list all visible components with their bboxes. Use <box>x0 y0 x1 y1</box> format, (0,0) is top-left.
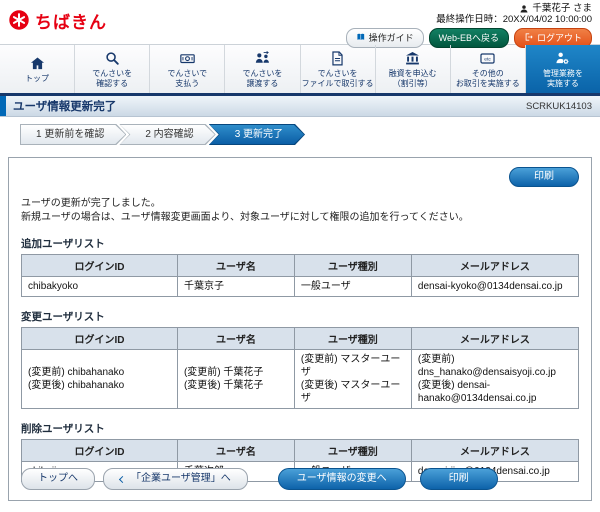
column-header-user-name: ユーザ名 <box>176 327 295 350</box>
step-2-confirm-content: 2 内容確認 <box>119 124 215 145</box>
cell-login-id: (変更前) chibahanako (変更後) chibahanako <box>21 349 178 409</box>
footer-buttons: トップへ 「企業ユーザ管理」へ ユーザ情報の変更へ 印刷 <box>21 468 579 490</box>
table-header-row: ログインID ユーザ名 ユーザ種別 メールアドレス <box>21 327 580 350</box>
last-operation-datetime: 最終操作日時：20XX/04/02 10:00:00 <box>436 14 592 25</box>
column-header-user-type: ユーザ種別 <box>293 254 412 277</box>
logout-label: ログアウト <box>536 33 582 43</box>
nav-item-pay-densai[interactable]: でんさいで 支払う <box>150 45 226 93</box>
completion-message: ユーザの更新が完了しました。 <box>21 198 161 209</box>
guide-book-icon <box>356 32 366 44</box>
page-title: ユーザ情報更新完了 <box>13 101 117 113</box>
user-icon <box>519 4 529 14</box>
transfer-icon <box>254 50 271 67</box>
screen: ちばきん 千葉花子 さま 最終操作日時：20XX/04/02 10:00:00 … <box>0 0 600 512</box>
cell-user-type: (変更前) マスターユーザ (変更後) マスターユーザ <box>293 349 412 409</box>
added-user-section: 追加ユーザリスト ログインID ユーザ名 ユーザ種別 メールアドレス chiba… <box>21 236 580 297</box>
cell-user-name: 千葉京子 <box>176 276 295 297</box>
svg-text:etc: etc <box>485 56 492 62</box>
column-header-user-type: ユーザ種別 <box>293 439 412 462</box>
header-right: 千葉花子 さま 最終操作日時：20XX/04/02 10:00:00 操作ガイド… <box>345 3 592 48</box>
nav-item-other-transactions[interactable]: etc その他の お取引を実施する <box>451 45 526 93</box>
admin-gear-icon <box>554 50 571 67</box>
print-button-bottom[interactable]: 印刷 <box>419 468 498 490</box>
web-eb-back-label: Web-EBへ戻る <box>438 33 499 43</box>
file-icon <box>329 50 346 67</box>
user-info: 千葉花子 さま <box>519 3 592 14</box>
table-row: (変更前) chibahanako (変更後) chibahanako (変更前… <box>21 349 580 409</box>
cell-user-name: (変更前) 千葉花子 (変更後) 千葉花子 <box>176 349 295 409</box>
column-header-user-type: ユーザ種別 <box>293 327 412 350</box>
user-name: 千葉花子 さま <box>532 3 592 14</box>
changed-user-list-title: 変更ユーザリスト <box>21 311 105 323</box>
top-button-label: トップへ <box>38 473 78 484</box>
top-button[interactable]: トップへ <box>21 468 95 490</box>
column-header-mail-address: メールアドレス <box>410 254 580 277</box>
added-user-table: ログインID ユーザ名 ユーザ種別 メールアドレス chibakyoko 千葉京… <box>21 254 580 297</box>
column-header-user-name: ユーザ名 <box>176 254 295 277</box>
table-row: chibakyoko 千葉京子 一般ユーザ densai-kyoko@0134d… <box>21 276 580 297</box>
column-header-login-id: ログインID <box>21 327 178 350</box>
step-indicator: 1 更新前を確認 2 内容確認 3 更新完了 <box>0 117 600 151</box>
logout-icon <box>524 32 534 44</box>
column-header-user-name: ユーザ名 <box>176 439 295 462</box>
cell-user-type: 一般ユーザ <box>293 276 412 297</box>
column-header-mail-address: メールアドレス <box>410 439 580 462</box>
cell-login-id: chibakyoko <box>21 276 178 297</box>
changed-user-table: ログインID ユーザ名 ユーザ種別 メールアドレス (変更前) chibahan… <box>21 327 580 409</box>
payment-icon <box>179 50 196 67</box>
cell-mail-address: (変更前) dns_hanako@densaisyoji.co.jp (変更後)… <box>410 349 580 409</box>
cell-mail-address: densai-kyoko@0134densai.co.jp <box>410 276 580 297</box>
user-info-change-button[interactable]: ユーザ情報の変更へ <box>277 468 406 490</box>
corporate-user-management-label: 「企業ユーザ管理」へ <box>131 473 231 484</box>
deleted-user-list-title: 削除ユーザリスト <box>21 423 105 435</box>
bank-icon <box>404 50 421 67</box>
changed-user-section: 変更ユーザリスト ログインID ユーザ名 ユーザ種別 メールアドレス (変更前)… <box>21 309 580 409</box>
nav-item-loan[interactable]: 融資を申込む （割引等） <box>376 45 451 93</box>
etc-icon: etc <box>479 50 496 67</box>
added-user-list-title: 追加ユーザリスト <box>21 238 105 250</box>
message-block: ユーザの更新が完了しました。 新規ユーザの場合は、ユーザ情報変更画面より、対象ユ… <box>21 198 579 224</box>
header: ちばきん 千葉花子 さま 最終操作日時：20XX/04/02 10:00:00 … <box>0 0 600 48</box>
content-panel: 印刷 ユーザの更新が完了しました。 新規ユーザの場合は、ユーザ情報変更画面より、… <box>8 157 592 501</box>
nav-item-top[interactable]: トップ <box>0 45 76 93</box>
operation-guide-label: 操作ガイド <box>368 33 414 43</box>
corporate-user-management-button[interactable]: 「企業ユーザ管理」へ <box>103 468 248 490</box>
print-row: 印刷 <box>21 167 579 187</box>
table-header-row: ログインID ユーザ名 ユーザ種別 メールアドレス <box>21 439 580 462</box>
nav-item-admin-tasks[interactable]: 管理業務を 実施する <box>525 45 600 93</box>
nav-item-confirm-densai[interactable]: でんさいを 確認する <box>75 45 151 93</box>
print-button-top[interactable]: 印刷 <box>509 167 579 187</box>
chibagin-logo-icon <box>8 9 30 31</box>
page-title-bar: ユーザ情報更新完了 SCRKUK14103 <box>0 96 600 117</box>
brand-name: ちばきん <box>35 12 107 32</box>
home-icon <box>29 55 46 72</box>
step-3-update-complete: 3 更新完了 <box>209 124 305 145</box>
main-navigation: トップ でんさいを 確認する でんさいで 支払う でんさいを 譲渡する でんさい… <box>0 44 600 96</box>
search-icon <box>104 50 121 67</box>
instruction-message: 新規ユーザの場合は、ユーザ情報変更画面より、対象ユーザに対して権限の追加を行って… <box>21 212 469 223</box>
nav-item-file-densai[interactable]: でんさいを ファイルで取引する <box>301 45 376 93</box>
nav-item-transfer-densai[interactable]: でんさいを 譲渡する <box>225 45 301 93</box>
brand-logo[interactable]: ちばきん <box>8 8 107 32</box>
column-header-login-id: ログインID <box>21 439 178 462</box>
screen-id: SCRKUK14103 <box>525 100 592 112</box>
column-header-login-id: ログインID <box>21 254 178 277</box>
title-accent-bar <box>0 96 6 116</box>
step-1-confirm-before-update: 1 更新前を確認 <box>20 124 126 145</box>
table-header-row: ログインID ユーザ名 ユーザ種別 メールアドレス <box>21 254 580 277</box>
chevron-left-icon <box>118 475 127 483</box>
column-header-mail-address: メールアドレス <box>410 327 580 350</box>
